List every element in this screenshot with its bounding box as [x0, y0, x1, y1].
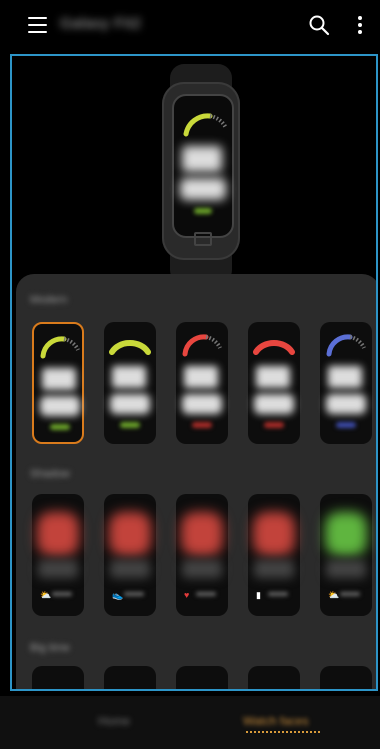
watch-face-modern-4[interactable]: [248, 322, 300, 444]
battery-icon: ▮: [256, 590, 261, 600]
face-step-bar: [192, 422, 212, 428]
app-bar: Galaxy Fit2: [0, 0, 380, 50]
hamburger-menu-icon[interactable]: [28, 17, 47, 33]
watch-face-bigtime-1[interactable]: [32, 666, 84, 689]
face-step-bar: [50, 424, 70, 430]
section-title-shadow: Shadow: [30, 468, 70, 480]
progress-arc-icon: [40, 336, 80, 359]
face-time: [38, 560, 78, 578]
watch-face-bigtime-2[interactable]: [104, 666, 156, 689]
more-vertical-icon[interactable]: [350, 14, 370, 36]
preview-time-minutes: [180, 178, 226, 200]
face-time-minutes: [40, 396, 80, 416]
weather-icon: ⛅: [40, 590, 52, 600]
face-time-hours: [256, 366, 290, 388]
face-label: [52, 592, 72, 596]
watch-face-shadow-5[interactable]: ⛅: [320, 494, 372, 616]
watch-face-shadow-1[interactable]: ⛅: [32, 494, 84, 616]
weather-icon: ⛅: [328, 590, 340, 600]
watch-face-bigtime-5[interactable]: [320, 666, 372, 689]
face-time-hours: [112, 366, 146, 388]
preview-step-bar: [194, 208, 212, 214]
app-title: Galaxy Fit2: [60, 15, 142, 32]
watch-face-modern-2[interactable]: [104, 322, 156, 444]
face-label: [268, 592, 288, 596]
face-shape: [37, 512, 79, 556]
face-step-bar: [336, 422, 356, 428]
watch-face-shadow-3[interactable]: ♥: [176, 494, 228, 616]
band-home-button: [194, 232, 212, 246]
face-shape: [325, 512, 367, 556]
main-content: Modern Shadow ⛅ 👟 ♥ ▮ ⛅ Big time: [10, 54, 378, 691]
face-shape: [109, 512, 151, 556]
watch-face-modern-1[interactable]: [32, 322, 84, 444]
face-label: [340, 592, 360, 596]
device-preview: [162, 64, 240, 284]
progress-arc-icon: [326, 334, 366, 357]
watch-face-shadow-4[interactable]: ▮: [248, 494, 300, 616]
active-tab-indicator: [246, 731, 320, 733]
watch-face-bigtime-3[interactable]: [176, 666, 228, 689]
face-label: [196, 592, 216, 596]
face-time-hours: [328, 366, 362, 388]
preview-progress-arc: [183, 113, 228, 137]
preview-screen: [172, 94, 234, 238]
face-time: [110, 560, 150, 578]
face-time-hours: [42, 368, 76, 390]
face-time-minutes: [182, 394, 222, 414]
face-time: [326, 560, 366, 578]
face-time: [182, 560, 222, 578]
face-shape: [181, 512, 223, 556]
face-time-minutes: [326, 394, 366, 414]
progress-arc-icon: [182, 334, 222, 357]
face-time-hours: [184, 366, 218, 388]
search-icon[interactable]: [308, 14, 330, 36]
watch-face-modern-3[interactable]: [176, 322, 228, 444]
tab-watch-faces[interactable]: Watch faces: [243, 714, 309, 728]
watch-face-modern-5[interactable]: [320, 322, 372, 444]
face-shape: [253, 512, 295, 556]
face-time-minutes: [254, 394, 294, 414]
progress-arc-icon: [109, 340, 151, 355]
watch-face-sheet: Modern Shadow ⛅ 👟 ♥ ▮ ⛅ Big time: [16, 274, 376, 689]
watch-face-shadow-2[interactable]: 👟: [104, 494, 156, 616]
heart-icon: ♥: [184, 590, 190, 600]
face-step-bar: [264, 422, 284, 428]
tab-home[interactable]: Home: [98, 714, 130, 728]
bottom-navigation: Home Watch faces: [0, 696, 380, 749]
section-title-modern: Modern: [30, 294, 68, 306]
face-step-bar: [120, 422, 140, 428]
section-title-big-time: Big time: [30, 642, 70, 654]
watch-face-bigtime-4[interactable]: [248, 666, 300, 689]
face-time: [254, 560, 294, 578]
progress-arc-icon: [253, 340, 295, 355]
face-label: [124, 592, 144, 596]
steps-icon: 👟: [112, 590, 124, 600]
face-time-minutes: [110, 394, 150, 414]
preview-time-hours: [182, 146, 222, 172]
